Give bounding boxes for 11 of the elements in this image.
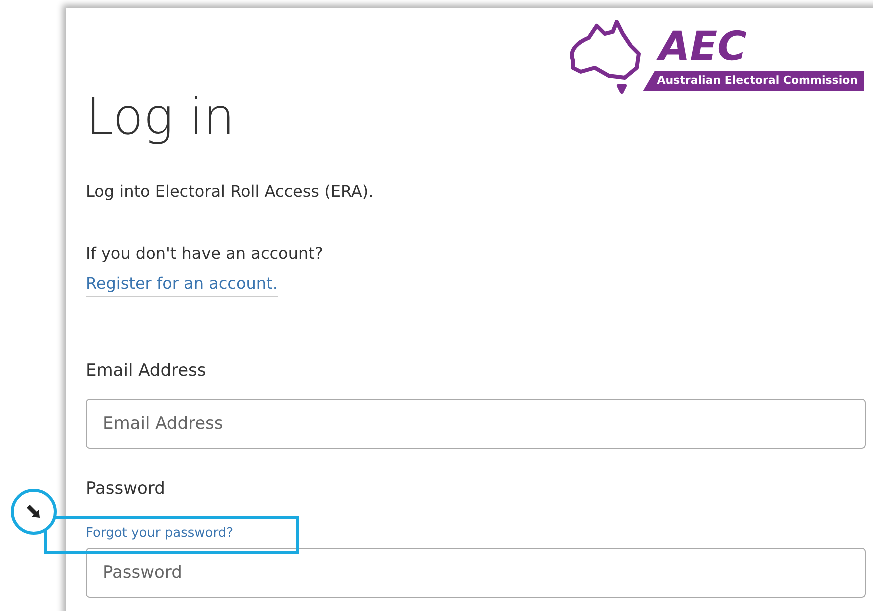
account-prompt: If you don't have an account? xyxy=(86,243,324,265)
register-link[interactable]: Register for an account. xyxy=(86,272,278,297)
field-label: Password xyxy=(86,478,166,500)
page-heading: Log in xyxy=(86,92,236,142)
intro-text: Log into Electoral Roll Access (ERA). xyxy=(86,181,374,203)
input-field[interactable]: Email Address xyxy=(86,398,866,448)
logo-name: Australian Electoral Commission xyxy=(643,70,864,92)
forgot-password-link[interactable]: Forgot your password? xyxy=(86,524,234,544)
field-label: Email Address xyxy=(86,360,206,383)
input-field[interactable]: Password xyxy=(86,548,866,598)
logo-acronym: AEC xyxy=(659,26,747,67)
